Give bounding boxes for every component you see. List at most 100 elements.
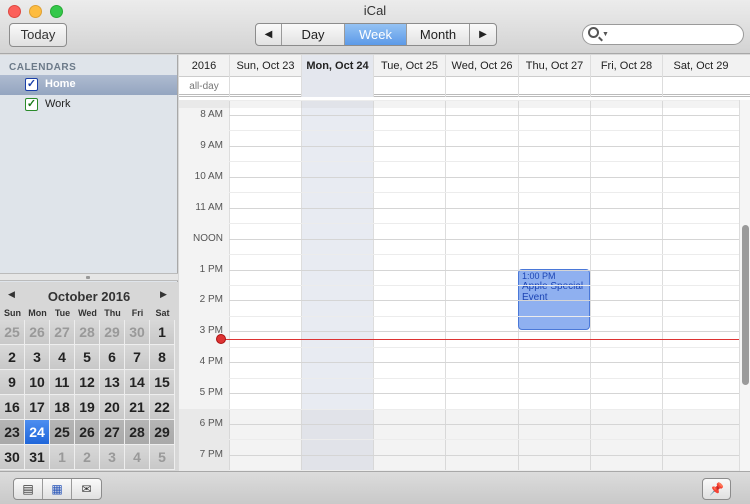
month-view-button[interactable]: Month — [407, 24, 470, 45]
mini-calendar-day[interactable]: 18 — [50, 395, 75, 420]
mini-calendar-day[interactable]: 2 — [75, 445, 100, 470]
previous-week-button[interactable]: ◀ — [256, 24, 282, 45]
scrollbar-thumb[interactable] — [742, 225, 749, 385]
week-view-button[interactable]: Week — [345, 24, 407, 45]
all-day-cell[interactable] — [662, 77, 739, 97]
current-time-line — [223, 339, 739, 340]
hour-label: 2 PM — [199, 294, 223, 306]
today-button[interactable]: Today — [9, 23, 67, 47]
mini-calendar-day[interactable]: 3 — [100, 445, 125, 470]
all-day-cell[interactable] — [373, 77, 445, 97]
mini-calendar-day[interactable]: 3 — [25, 345, 50, 370]
mini-calendar-day[interactable]: 28 — [125, 420, 150, 445]
mini-calendar-day[interactable]: 1 — [50, 445, 75, 470]
event-time: 1:00 PM — [522, 271, 556, 281]
calendar-item-work[interactable]: ✓ Work — [0, 95, 177, 115]
year-label: 2016 — [191, 60, 217, 72]
mini-calendar-day[interactable]: 30 — [125, 320, 150, 345]
next-week-button[interactable]: ▶ — [470, 24, 496, 45]
pin-icon[interactable]: 📌 — [702, 478, 731, 500]
all-day-cell[interactable] — [445, 77, 518, 97]
mini-calendar-today[interactable]: 24 — [25, 420, 50, 445]
mini-calendar-day[interactable]: 27 — [50, 320, 75, 345]
mini-calendar-day[interactable]: 17 — [25, 395, 50, 420]
day-header[interactable]: Tue, Oct 25 — [373, 55, 445, 77]
mini-calendar-day[interactable]: 11 — [50, 370, 75, 395]
mini-calendar-day[interactable]: 6 — [100, 345, 125, 370]
mini-calendar-day[interactable]: 25 — [0, 320, 25, 345]
hour-label: 11 AM — [195, 201, 223, 213]
mini-calendar-day[interactable]: 4 — [125, 445, 150, 470]
all-day-cell[interactable] — [518, 77, 590, 97]
home-checkbox[interactable]: ✓ — [25, 78, 38, 91]
mini-calendar-day[interactable]: 7 — [125, 345, 150, 370]
mini-calendar-day[interactable]: 30 — [0, 445, 25, 470]
day-header[interactable]: Thu, Oct 27 — [518, 55, 590, 77]
mini-calendar-day[interactable]: 1 — [150, 320, 175, 345]
hour-gridline — [229, 300, 739, 302]
notifications-envelope-icon[interactable]: ✉ — [72, 479, 101, 499]
hour-gridline — [229, 424, 739, 425]
mini-calendar-day[interactable]: 15 — [150, 370, 175, 395]
mini-calendar-day[interactable]: 5 — [150, 445, 175, 470]
day-header[interactable]: Sat, Oct 29 — [662, 55, 739, 77]
toolbar: iCal Today ◀ Day Week Month ▶ ▼ — [0, 0, 750, 54]
mini-calendar-day[interactable]: 8 — [150, 345, 175, 370]
mini-calendar-next-button[interactable]: ▶ — [160, 289, 167, 300]
day-view-button[interactable]: Day — [282, 24, 345, 45]
mini-calendar-day[interactable]: 10 — [25, 370, 50, 395]
calendars-header: CALENDARS — [9, 62, 77, 73]
half-hour-gridline — [229, 346, 739, 348]
day-header[interactable]: Wed, Oct 26 — [445, 55, 518, 77]
all-day-cell[interactable] — [229, 77, 301, 97]
mini-calendar-day[interactable]: 26 — [25, 320, 50, 345]
all-day-cell[interactable] — [590, 77, 662, 97]
mini-calendar-day[interactable]: 23 — [0, 420, 25, 445]
day-header[interactable]: Sun, Oct 23 — [229, 55, 301, 77]
weekday-label: Sat — [155, 308, 170, 318]
calendar-item-home[interactable]: ✓ Home — [0, 75, 177, 95]
all-day-label: all-day — [189, 81, 219, 92]
mini-calendar-day[interactable]: 29 — [100, 320, 125, 345]
mini-calendar-day[interactable]: 22 — [150, 395, 175, 420]
mini-calendar-day[interactable]: 5 — [75, 345, 100, 370]
vertical-scrollbar[interactable] — [739, 100, 750, 471]
mini-calendar-day[interactable]: 25 — [50, 420, 75, 445]
hour-label: NOON — [193, 232, 223, 244]
weekday-label: Sun — [4, 308, 21, 318]
mini-calendar-day[interactable]: 27 — [100, 420, 125, 445]
search-input[interactable]: ▼ — [582, 24, 744, 45]
hour-gridline — [229, 331, 739, 333]
mini-calendar-day[interactable]: 4 — [50, 345, 75, 370]
mini-calendar-toggle-icon[interactable]: ▦ — [43, 479, 72, 499]
mini-calendar-day[interactable]: 16 — [0, 395, 25, 420]
mini-calendar-day[interactable]: 13 — [100, 370, 125, 395]
mini-calendar-day[interactable]: 9 — [0, 370, 25, 395]
calendar-label: Home — [45, 78, 76, 90]
day-header[interactable]: Fri, Oct 28 — [590, 55, 662, 77]
mini-calendar-day[interactable]: 29 — [150, 420, 175, 445]
hour-gridline — [229, 207, 739, 209]
day-header-today[interactable]: Mon, Oct 24 — [301, 55, 373, 77]
mini-calendar-header: ◀ October 2016 ▶ — [0, 289, 178, 305]
half-hour-gridline — [229, 130, 739, 132]
search-menu-icon[interactable]: ▼ — [602, 31, 609, 38]
mini-calendar-day[interactable]: 21 — [125, 395, 150, 420]
mini-calendar-day[interactable]: 14 — [125, 370, 150, 395]
work-checkbox[interactable]: ✓ — [25, 98, 38, 111]
mini-calendar-day[interactable]: 12 — [75, 370, 100, 395]
mini-calendar-day[interactable]: 2 — [0, 345, 25, 370]
sidebar: CALENDARS ✓ Home ✓ Work ◀ October 2016 ▶… — [0, 55, 178, 471]
mini-calendar-day[interactable]: 28 — [75, 320, 100, 345]
day-header-row: 2016 Sun, Oct 23 Mon, Oct 24 Tue, Oct 25… — [179, 55, 750, 77]
calendars-list-toggle-icon[interactable]: ▤ — [14, 479, 43, 499]
window-title: iCal — [363, 3, 387, 18]
mini-calendar-day[interactable]: 26 — [75, 420, 100, 445]
hour-label: 8 AM — [200, 109, 223, 120]
mini-calendar-day[interactable]: 31 — [25, 445, 50, 470]
mini-calendar-day[interactable]: 19 — [75, 395, 100, 420]
sidebar-splitter[interactable] — [0, 273, 178, 281]
all-day-cell[interactable] — [301, 77, 373, 97]
weekday-label: Wed — [78, 308, 97, 318]
mini-calendar-day[interactable]: 20 — [100, 395, 125, 420]
